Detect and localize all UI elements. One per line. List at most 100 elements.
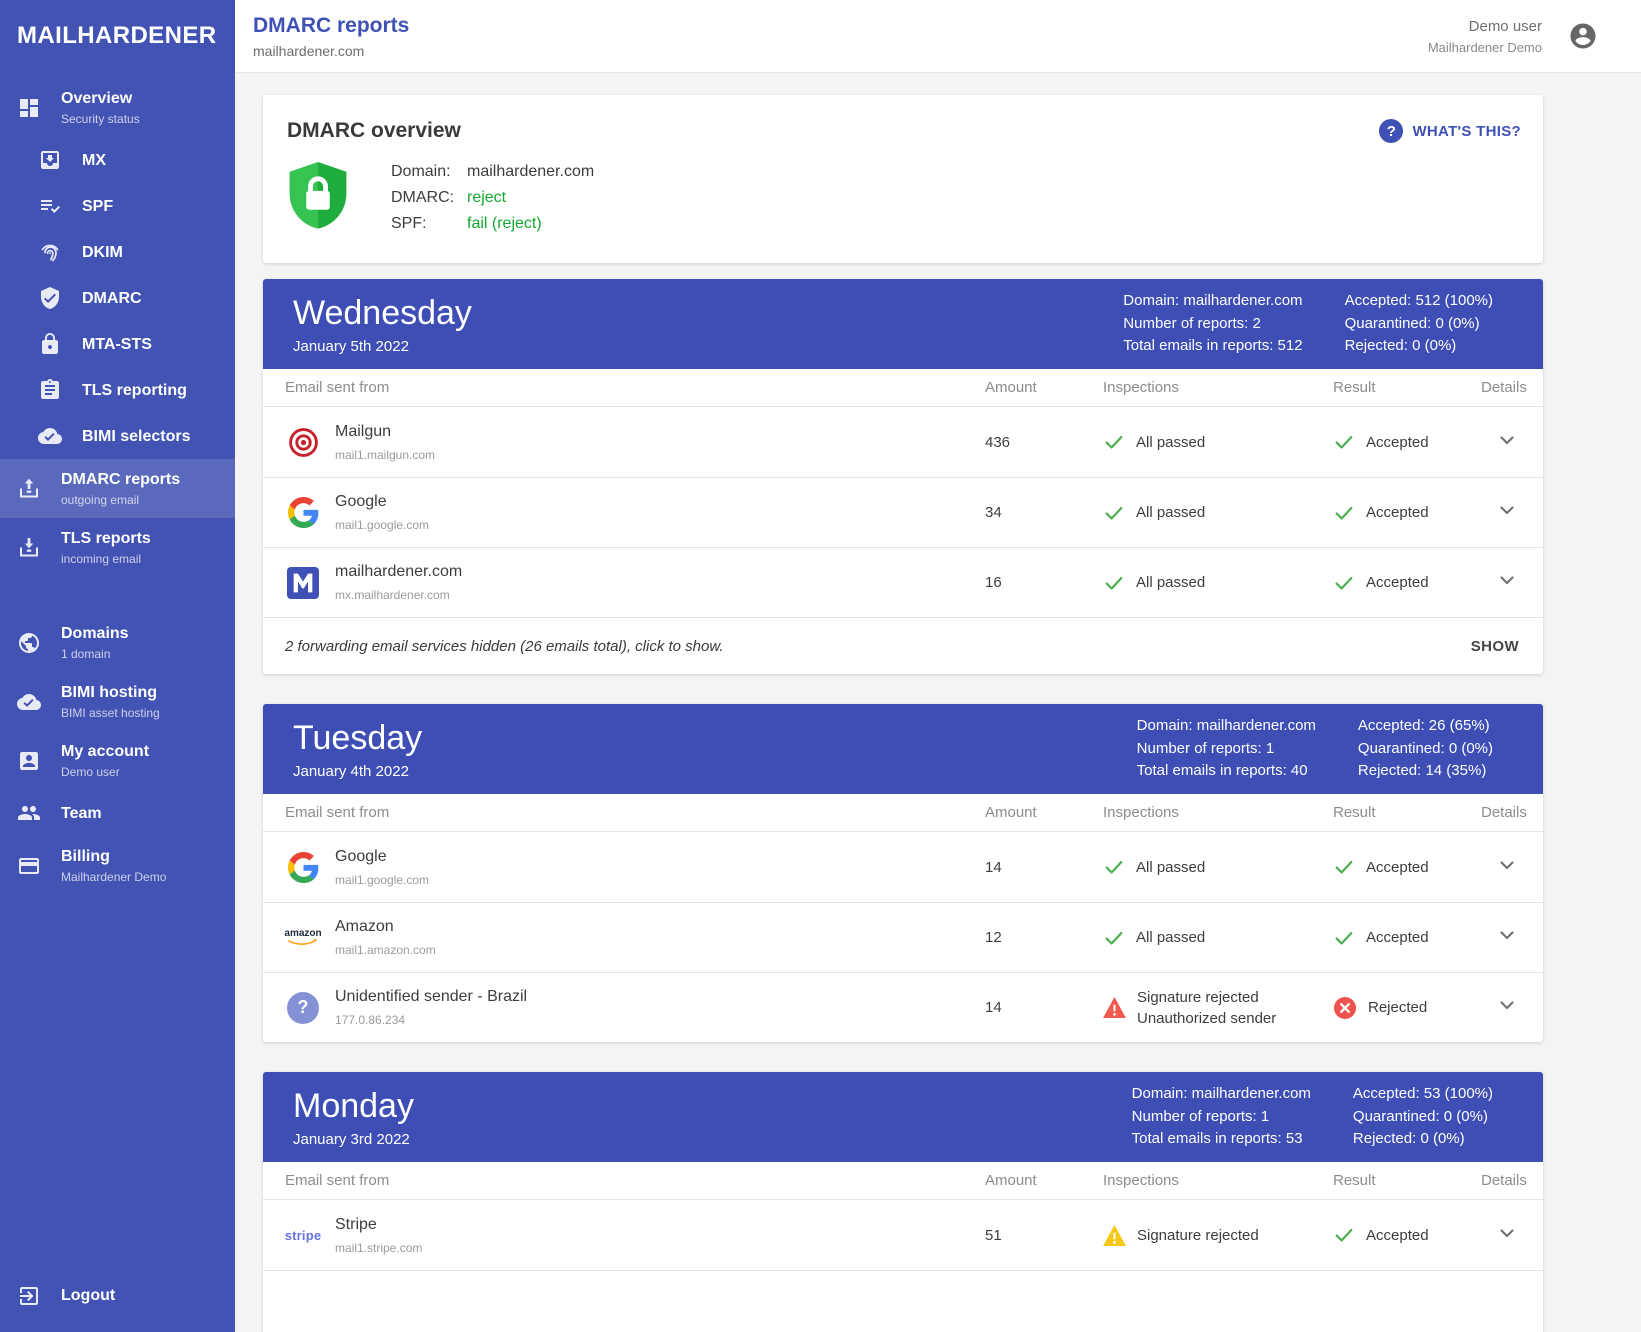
column-header-from: Email sent from	[285, 804, 985, 821]
day-date: January 5th 2022	[293, 338, 472, 355]
sidebar-item-subtitle: Security status	[61, 112, 140, 126]
sidebar-item-tls-reports[interactable]: TLS reportsincoming email	[0, 518, 235, 577]
page-title: DMARC reports	[253, 14, 409, 38]
amount-value: 34	[985, 504, 1103, 521]
clipboard-icon	[38, 378, 62, 402]
check-icon	[1333, 502, 1355, 524]
user-menu[interactable]: Demo user Mailhardener Demo	[1428, 18, 1598, 55]
chevron-down-icon[interactable]	[1495, 993, 1519, 1022]
day-stat: Accepted: 53 (100%)	[1353, 1083, 1493, 1106]
column-header-inspections: Inspections	[1103, 804, 1333, 821]
tray-down-icon	[17, 536, 41, 560]
result-status: Accepted	[1333, 431, 1481, 453]
show-button[interactable]: SHOW	[1469, 630, 1521, 663]
report-row[interactable]: Mailgun mail1.mailgun.com 436 All passed…	[263, 407, 1543, 477]
check-icon	[1333, 431, 1355, 453]
chevron-down-icon[interactable]	[1495, 568, 1519, 597]
sidebar-item-dmarc-reports[interactable]: DMARC reportsoutgoing email	[0, 459, 235, 518]
table-header-row: Email sent from Amount Inspections Resul…	[263, 794, 1543, 832]
sender-cell: mailhardener.com mx.mailhardener.com	[285, 563, 985, 602]
sidebar-item-dmarc[interactable]: DMARC	[0, 275, 235, 321]
day-stat: Rejected: 14 (35%)	[1358, 760, 1493, 783]
day-stats-results: Accepted: 512 (100%)Quarantined: 0 (0%)R…	[1345, 290, 1493, 358]
sidebar-item-label: TLS reporting	[82, 381, 187, 400]
sidebar-item-tls-reporting[interactable]: TLS reporting	[0, 367, 235, 413]
details-toggle[interactable]	[1481, 568, 1521, 597]
sender-cell: Google mail1.google.com	[285, 493, 985, 532]
details-toggle[interactable]	[1481, 993, 1521, 1022]
day-name: Monday	[293, 1087, 414, 1126]
sidebar-item-billing[interactable]: BillingMailhardener Demo	[0, 836, 235, 895]
user-name: Demo user	[1428, 18, 1542, 35]
day-stats-totals: Domain: mailhardener.comNumber of report…	[1137, 715, 1316, 783]
field-label: Domain:	[391, 159, 467, 185]
sidebar-item-text: MX	[82, 151, 106, 170]
report-row[interactable]: stripe Stripe mail1.stripe.com 51 Signat…	[263, 1200, 1543, 1270]
sidebar-item-label: Overview	[61, 89, 140, 108]
sidebar-item-logout[interactable]: Logout	[0, 1268, 235, 1332]
sidebar-item-spf[interactable]: SPF	[0, 183, 235, 229]
sidebar-item-team[interactable]: Team	[0, 790, 235, 836]
chevron-down-icon[interactable]	[1495, 498, 1519, 527]
chevron-down-icon[interactable]	[1495, 853, 1519, 882]
sidebar-item-label: Billing	[61, 847, 166, 866]
report-row[interactable]: mailhardener.com mx.mailhardener.com 16 …	[263, 547, 1543, 617]
chevron-down-icon[interactable]	[1495, 428, 1519, 457]
sidebar-item-label: My account	[61, 742, 149, 761]
report-row[interactable]: ? Unidentified sender - Brazil 177.0.86.…	[263, 972, 1543, 1042]
sidebar-item-label: Team	[61, 804, 102, 823]
day-stats: Domain: mailhardener.comNumber of report…	[1123, 290, 1493, 358]
whats-this-link[interactable]: ? WHAT'S THIS?	[1379, 119, 1521, 143]
overview-field-spf: SPF: fail (reject)	[391, 211, 594, 237]
sidebar-item-label: DKIM	[82, 243, 123, 262]
details-toggle[interactable]	[1481, 1221, 1521, 1250]
day-title-block: Monday January 3rd 2022	[293, 1087, 414, 1148]
user-info: Demo user Mailhardener Demo	[1428, 18, 1542, 55]
field-label: DMARC:	[391, 185, 467, 211]
sender-cell: Mailgun mail1.mailgun.com	[285, 423, 985, 462]
sidebar-item-bimi-selectors[interactable]: BIMI selectors	[0, 413, 235, 459]
overview-field-domain: Domain: mailhardener.com	[391, 159, 594, 185]
sidebar-item-label: MX	[82, 151, 106, 170]
details-toggle[interactable]	[1481, 853, 1521, 882]
day-title-block: Tuesday January 4th 2022	[293, 719, 422, 780]
sidebar-item-bimi-hosting[interactable]: BIMI hostingBIMI asset hosting	[0, 672, 235, 731]
check-icon	[1103, 927, 1125, 949]
sidebar-item-text: TLS reporting	[82, 381, 187, 400]
amount-value: 51	[985, 1227, 1103, 1244]
day-stat: Quarantined: 0 (0%)	[1353, 1106, 1493, 1129]
sender-domain: mail1.mailgun.com	[335, 448, 435, 462]
sidebar-item-mta-sts[interactable]: MTA-STS	[0, 321, 235, 367]
sidebar-item-label: DMARC	[82, 289, 142, 308]
sidebar-item-overview[interactable]: Overview Security status	[0, 78, 235, 137]
inspection-label: Signature rejected	[1137, 987, 1276, 1008]
people-icon	[17, 801, 41, 825]
sidebar-item-my-account[interactable]: My account Demo user	[0, 731, 235, 790]
hidden-services-row[interactable]: 2 forwarding email services hidden (26 e…	[263, 617, 1543, 674]
day-stats-results: Accepted: 26 (65%)Quarantined: 0 (0%)Rej…	[1358, 715, 1493, 783]
check-icon	[1103, 502, 1125, 524]
chevron-down-icon[interactable]	[1495, 1221, 1519, 1250]
cloud-check-icon	[17, 690, 41, 714]
amount-value: 14	[985, 999, 1103, 1016]
sidebar-item-domains[interactable]: Domains1 domain	[0, 613, 235, 672]
report-row[interactable]: Google mail1.google.com 34 All passed Ac…	[263, 477, 1543, 547]
sidebar-item-text: BIMI selectors	[82, 427, 190, 446]
sidebar-item-mx[interactable]: MX	[0, 137, 235, 183]
avatar-icon[interactable]	[1568, 21, 1598, 51]
main-panel: DMARC overview ? WHAT'S THIS? Domain:	[235, 73, 1641, 1332]
sidebar-item-dkim[interactable]: DKIM	[0, 229, 235, 275]
details-toggle[interactable]	[1481, 923, 1521, 952]
day-stats: Domain: mailhardener.comNumber of report…	[1137, 715, 1493, 783]
details-toggle[interactable]	[1481, 498, 1521, 527]
report-row[interactable]: amazon Amazon mail1.amazon.com 12 All pa…	[263, 902, 1543, 972]
sidebar-item-text: DMARC	[82, 289, 142, 308]
chevron-down-icon[interactable]	[1495, 923, 1519, 952]
report-row[interactable]: Google mail1.google.com 14 All passed Ac…	[263, 832, 1543, 902]
field-label: SPF:	[391, 211, 467, 237]
result-label: Accepted	[1366, 859, 1429, 876]
sender-name: Google	[335, 493, 429, 511]
details-toggle[interactable]	[1481, 428, 1521, 457]
sidebar-item-subtitle: Demo user	[61, 765, 149, 779]
mailgun-icon	[285, 426, 321, 459]
